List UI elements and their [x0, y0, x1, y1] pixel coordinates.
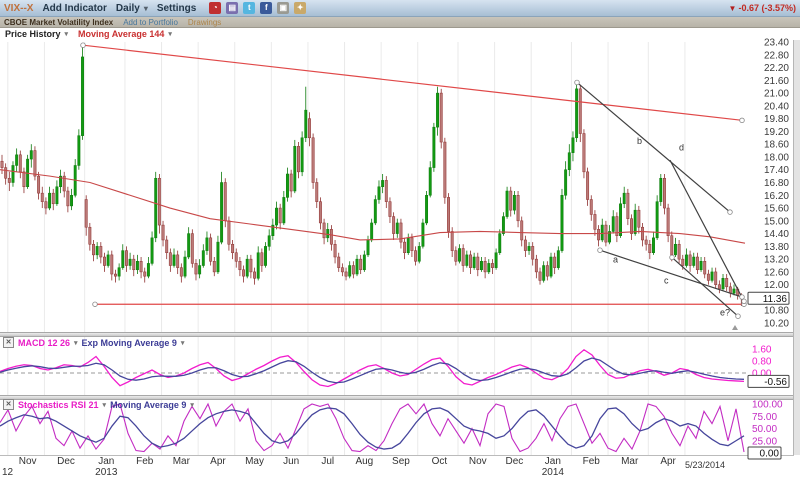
month-label: Feb — [136, 456, 154, 467]
month-label: Mar — [621, 456, 639, 467]
time-axis[interactable]: NovDecJan2013FebMarAprMayJunJulAugSepOct… — [2, 456, 725, 478]
month-label: Nov — [19, 456, 37, 467]
price-tick-label: 19.80 — [764, 114, 789, 125]
month-label: Jun — [283, 456, 299, 467]
month-label: Oct — [432, 456, 448, 467]
last-price-value: 11.36 — [763, 294, 788, 305]
candlesticks — [1, 46, 743, 306]
year-label: 2014 — [542, 467, 565, 478]
stoch-tick-label: 25.00 — [752, 436, 777, 447]
macd-panel: 1.600.800.00-0.56 — [0, 345, 789, 388]
price-tick-label: 15.60 — [764, 204, 789, 215]
macd-close-icon[interactable]: ✕ — [3, 337, 14, 348]
month-label: Nov — [469, 456, 487, 467]
price-tick-label: 20.40 — [764, 101, 789, 112]
stoch-ma-caret-icon[interactable]: ▾ — [190, 401, 194, 409]
macd-panel-header: ✕ MACD 12 26 ▾ Exp Moving Average 9 ▾ — [3, 337, 184, 348]
annotation-letter: b — [637, 136, 642, 146]
left-year-label: 12 — [2, 467, 14, 478]
price-tick-label: 15.00 — [764, 216, 789, 227]
annotation-letter: d — [679, 143, 684, 153]
right-scroll-strip[interactable] — [793, 40, 800, 455]
price-tick-label: 13.80 — [764, 242, 789, 253]
stoch-tick-label: 50.00 — [752, 424, 777, 435]
price-tick-label: 16.20 — [764, 191, 789, 202]
annotation-letter: e? — [720, 308, 730, 318]
year-label: 2013 — [95, 467, 118, 478]
price-tick-label: 17.40 — [764, 165, 789, 176]
stoch-ma-line — [0, 408, 744, 449]
month-label: Apr — [210, 456, 226, 467]
macd-line — [0, 350, 744, 387]
price-tick-label: 12.60 — [764, 267, 789, 278]
price-tick-label: 21.60 — [764, 76, 789, 87]
price-tick-label: 22.80 — [764, 50, 789, 61]
month-label: Jul — [321, 456, 334, 467]
month-label: Apr — [660, 456, 676, 467]
last-date-label: 5/23/2014 — [685, 460, 725, 470]
month-label: Aug — [355, 456, 373, 467]
macd-signal-line — [0, 358, 744, 383]
price-tick-label: 14.40 — [764, 229, 789, 240]
drawing-handle-icon[interactable] — [732, 325, 738, 330]
stoch-dropdown[interactable]: Stochastics RSI 21 — [18, 400, 99, 410]
month-label: Feb — [583, 456, 601, 467]
macd-last-value: -0.56 — [764, 377, 787, 388]
month-label: Dec — [506, 456, 524, 467]
annotation-letter: c — [664, 276, 669, 286]
price-tick-label: 10.20 — [764, 319, 789, 330]
stoch-ma-dropdown[interactable]: Moving Average 9 — [110, 400, 186, 410]
stoch-close-icon[interactable]: ✕ — [3, 399, 14, 410]
price-tick-label: 23.40 — [764, 38, 789, 49]
month-label: Jan — [98, 456, 114, 467]
macd-signal-dropdown[interactable]: Exp Moving Average 9 — [82, 338, 177, 348]
stoch-tick-label: 100.00 — [752, 400, 783, 411]
price-tick-label: 22.20 — [764, 63, 789, 74]
stoch-panel-header: ✕ Stochastics RSI 21 ▾ Moving Average 9 … — [3, 399, 194, 410]
macd-tick-label: 1.60 — [752, 345, 772, 356]
stoch-caret-icon[interactable]: ▾ — [103, 401, 107, 409]
month-label: Dec — [57, 456, 75, 467]
price-tick-label: 16.80 — [764, 178, 789, 189]
price-tick-label: 12.00 — [764, 280, 789, 291]
price-tick-label: 18.00 — [764, 152, 789, 163]
macd-caret-icon[interactable]: ▾ — [74, 339, 78, 347]
month-label: May — [245, 456, 264, 467]
trendline-drawings[interactable]: a b c d e? — [81, 43, 747, 330]
macd-tick-label: 0.80 — [752, 357, 772, 368]
month-label: Mar — [173, 456, 191, 467]
annotation-letter: a — [613, 254, 618, 264]
macd-dropdown[interactable]: MACD 12 26 — [18, 338, 70, 348]
price-tick-label: 21.00 — [764, 89, 789, 100]
stoch-tick-label: 75.00 — [752, 412, 777, 423]
month-label: Jan — [545, 456, 561, 467]
price-tick-label: 19.20 — [764, 127, 789, 138]
macd-signal-caret-icon[interactable]: ▾ — [181, 339, 185, 347]
stoch-last-value: 0.00 — [760, 449, 780, 460]
month-label: Sep — [392, 456, 410, 467]
price-tick-label: 13.20 — [764, 255, 789, 266]
chart-application: VIX--X Add Indicator Daily ▾ Settings ◔▤… — [0, 0, 800, 480]
price-axis[interactable]: 23.4022.80 22.20 21.60 21.0020.40 19.80 19.20… — [748, 38, 789, 330]
price-tick-label: 10.80 — [764, 306, 789, 317]
price-tick-label: 18.60 — [764, 140, 789, 151]
